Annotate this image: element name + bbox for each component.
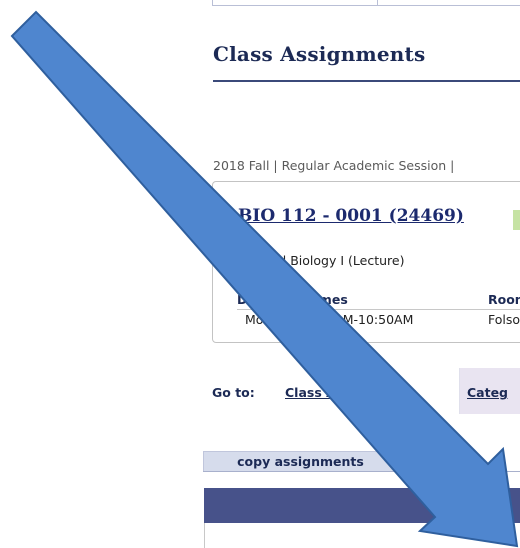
status-tag	[513, 210, 520, 230]
schedule-cell-days-times: MoWeFr 10:00AM-10:50AM	[245, 312, 414, 327]
tab-categories[interactable]: Categ	[460, 368, 520, 414]
goto-label: Go to:	[212, 385, 255, 400]
assignments-grid-body	[204, 523, 520, 548]
schedule-cell-room: Folso	[488, 312, 520, 327]
schedule-header-divider	[237, 309, 520, 310]
top-border-mid-tick	[377, 0, 378, 5]
top-border-left-tick	[212, 0, 213, 5]
tab-class-assignments-label[interactable]: Class Assignments	[285, 385, 417, 400]
tab-class-assignments[interactable]: Class Assignments	[275, 368, 460, 414]
page-title: Class Assignments	[213, 42, 426, 66]
class-description: General Biology I (Lecture)	[237, 253, 405, 268]
copy-assignments-label[interactable]: copy assignments	[204, 454, 397, 469]
tab-categories-label[interactable]: Categ	[467, 385, 508, 400]
tab-divider	[203, 471, 520, 472]
schedule-header-days-times: Days and Times	[237, 292, 348, 307]
title-underline	[213, 80, 520, 82]
collapse-triangle-inner	[221, 212, 229, 219]
assignments-grid-header	[204, 488, 520, 523]
class-section-link[interactable]: BIO 112 - 0001 (24469)	[238, 206, 464, 226]
term-info: 2018 Fall | Regular Academic Session |	[213, 158, 455, 173]
top-border	[212, 0, 520, 6]
copy-assignments-tab[interactable]: copy assignments	[203, 451, 398, 472]
schedule-header-room: Room	[488, 292, 520, 307]
